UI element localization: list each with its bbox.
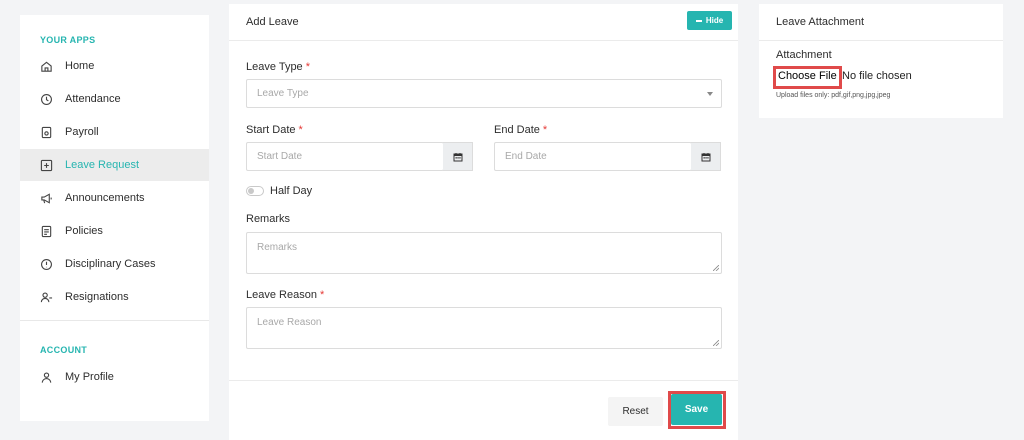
upload-hint: Upload files only: pdf,gif,png,jpg,jpeg	[776, 92, 891, 99]
remarks-label: Remarks	[246, 213, 291, 225]
remarks-placeholder: Remarks	[257, 242, 298, 253]
required-marker: *	[319, 289, 325, 301]
home-icon	[39, 59, 53, 73]
user-icon	[39, 370, 53, 384]
leave-type-placeholder: Leave Type	[257, 88, 309, 99]
megaphone-icon	[39, 191, 53, 205]
attachment-panel-title: Leave Attachment	[776, 16, 865, 28]
end-date-calendar-button[interactable]	[691, 142, 721, 171]
start-date-input[interactable]: Start Date	[246, 142, 444, 171]
leave-type-label: Leave Type *	[246, 61, 310, 73]
sidebar-item-label: Announcements	[65, 192, 145, 204]
caret-down-icon	[707, 92, 713, 96]
leave-reason-label-text: Leave Reason	[246, 289, 317, 301]
no-file-status: No file chosen	[842, 70, 912, 82]
leave-reason-label: Leave Reason *	[246, 289, 324, 301]
half-day-toggle[interactable]	[246, 186, 264, 196]
end-date-label-text: End Date	[494, 124, 540, 136]
attachment-label: Attachment	[776, 49, 832, 61]
sidebar-item-label: Home	[65, 60, 95, 72]
reset-button[interactable]: Reset	[608, 397, 663, 426]
sidebar-item-my-profile[interactable]: My Profile	[20, 361, 209, 393]
sidebar-item-home[interactable]: Home	[20, 50, 209, 82]
end-date-placeholder: End Date	[505, 151, 547, 162]
end-date-label: End Date *	[494, 124, 547, 136]
sidebar-item-label: My Profile	[65, 371, 114, 383]
sidebar-item-payroll[interactable]: Payroll	[20, 116, 209, 148]
sidebar-item-label: Attendance	[65, 93, 121, 105]
minus-icon	[695, 19, 702, 22]
sidebar-item-label: Policies	[65, 225, 103, 237]
document-icon	[39, 224, 53, 238]
leave-type-select[interactable]: Leave Type	[246, 79, 722, 108]
remarks-textarea[interactable]: Remarks	[246, 232, 722, 274]
start-date-label-text: Start Date	[246, 124, 296, 136]
sidebar-divider	[20, 320, 209, 321]
attachment-header: Leave Attachment	[759, 4, 1003, 41]
leave-reason-textarea[interactable]: Leave Reason	[246, 307, 722, 349]
hide-button-label: Hide	[705, 16, 724, 25]
sidebar-item-label: Disciplinary Cases	[65, 258, 156, 270]
leave-reason-placeholder: Leave Reason	[257, 317, 322, 328]
save-button-highlight	[668, 391, 726, 429]
sidebar-item-attendance[interactable]: Attendance	[20, 83, 209, 115]
hide-button[interactable]: Hide	[687, 11, 732, 30]
start-date-label: Start Date *	[246, 124, 303, 136]
calendar-icon	[701, 152, 710, 161]
your-apps-heading: YOUR APPS	[40, 35, 96, 45]
sidebar-item-label: Payroll	[65, 126, 99, 138]
payroll-icon	[39, 125, 53, 139]
start-date-placeholder: Start Date	[257, 151, 303, 162]
sidebar-item-resignations[interactable]: Resignations	[20, 281, 209, 313]
required-marker: *	[298, 124, 303, 136]
sidebar-item-label: Leave Request	[65, 159, 139, 171]
half-day-label: Half Day	[270, 185, 313, 197]
leave-attachment-panel: Leave Attachment Attachment Choose File …	[759, 4, 1003, 118]
sidebar-item-announcements[interactable]: Announcements	[20, 182, 209, 214]
choose-file-highlight	[773, 66, 842, 89]
required-marker: *	[305, 61, 310, 73]
start-date-calendar-button[interactable]	[443, 142, 473, 171]
resize-handle-icon[interactable]	[713, 265, 719, 271]
sidebar-item-leave-request[interactable]: Leave Request	[20, 149, 209, 181]
add-leave-panel: Add Leave Hide Leave Type * Leave Type St…	[229, 4, 738, 440]
user-minus-icon	[39, 290, 53, 304]
end-date-input[interactable]: End Date	[494, 142, 692, 171]
sidebar-item-policies[interactable]: Policies	[20, 215, 209, 247]
leave-type-label-text: Leave Type	[246, 61, 303, 73]
clock-icon	[39, 92, 53, 106]
sidebar-item-label: Resignations	[65, 291, 129, 303]
add-leave-header: Add Leave	[229, 4, 738, 41]
panel-title: Add Leave	[246, 16, 299, 28]
required-marker: *	[542, 124, 548, 136]
sidebar-item-disciplinary-cases[interactable]: Disciplinary Cases	[20, 248, 209, 280]
alert-circle-icon	[39, 257, 53, 271]
resize-handle-icon[interactable]	[713, 340, 719, 346]
form-footer-divider	[229, 380, 738, 381]
calendar-icon	[453, 152, 462, 161]
account-heading: ACCOUNT	[40, 345, 88, 355]
sidebar: YOUR APPS Home Attendance Payroll Leave …	[20, 15, 209, 421]
plus-square-icon	[39, 158, 53, 172]
